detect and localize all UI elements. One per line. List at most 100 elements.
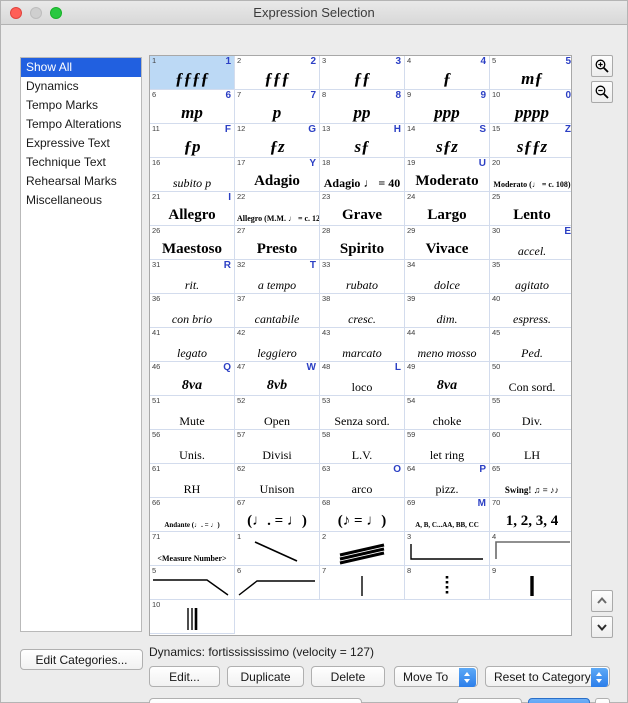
expression-cell[interactable]: 19 U Moderato: [405, 158, 490, 192]
expression-cell[interactable]: 44 meno mosso: [405, 328, 490, 362]
expression-cell[interactable]: 20 Moderato (♩ = c. 108): [490, 158, 571, 192]
expression-cell[interactable]: 23 Grave: [320, 192, 405, 226]
expression-cell[interactable]: 10 0 pppp: [490, 90, 571, 124]
expression-cell[interactable]: 43 marcato: [320, 328, 405, 362]
expression-cell[interactable]: 32 Ta tempo: [235, 260, 320, 294]
expression-cell[interactable]: 7: [320, 566, 405, 600]
expression-cell[interactable]: 1 1 ƒƒƒƒ: [150, 56, 235, 90]
expression-cell[interactable]: 46 Q 8va: [150, 362, 235, 396]
expression-cell[interactable]: 68 (♪ = ♩): [320, 498, 405, 532]
expression-cell[interactable]: 58 L.V.: [320, 430, 405, 464]
expression-cell[interactable]: 35 agitato: [490, 260, 571, 294]
expression-cell[interactable]: 40 espress.: [490, 294, 571, 328]
expression-cell[interactable]: 6 6 mp: [150, 90, 235, 124]
expression-cell[interactable]: 28 Spirito: [320, 226, 405, 260]
reset-to-category-dropdown[interactable]: Reset to Category: [485, 666, 610, 687]
expression-cell[interactable]: 3 3 ƒƒ: [320, 56, 405, 90]
expression-cell[interactable]: 14 Ssƒz: [405, 124, 490, 158]
expression-cell[interactable]: 13 Hsƒ: [320, 124, 405, 158]
expression-cell[interactable]: 5 5 mƒ: [490, 56, 571, 90]
expression-cell[interactable]: 63 Oarco: [320, 464, 405, 498]
expression-cell[interactable]: 53 Senza sord.: [320, 396, 405, 430]
expression-cell[interactable]: 2 2 ƒƒƒ: [235, 56, 320, 90]
edit-categories-button[interactable]: Edit Categories...: [20, 649, 143, 670]
expression-cell[interactable]: 64 Ppizz.: [405, 464, 490, 498]
expression-cell[interactable]: 29 Vivace: [405, 226, 490, 260]
expression-cell[interactable]: 67 (♩. = ♩): [235, 498, 320, 532]
expression-cell[interactable]: 38 cresc.: [320, 294, 405, 328]
expression-cell[interactable]: 7 7 p: [235, 90, 320, 124]
assign-button[interactable]: Assign: [528, 698, 590, 703]
delete-button[interactable]: Delete: [311, 666, 385, 687]
expression-cell[interactable]: 2: [320, 532, 405, 566]
expression-cell[interactable]: 48 Lloco: [320, 362, 405, 396]
expression-cell[interactable]: 18 Adagio ♩ = 40: [320, 158, 405, 192]
expression-cell[interactable]: 37 cantabile: [235, 294, 320, 328]
expression-cell[interactable]: 25 Lento: [490, 192, 571, 226]
expression-cell[interactable]: 57 Divisi: [235, 430, 320, 464]
scroll-up-button[interactable]: [591, 590, 613, 612]
scroll-down-button[interactable]: [591, 616, 613, 638]
expression-cell[interactable]: 11 Fƒp: [150, 124, 235, 158]
expression-cell[interactable]: 49 8va: [405, 362, 490, 396]
zoom-in-button[interactable]: [591, 55, 613, 77]
category-list[interactable]: Show All Dynamics Tempo Marks Tempo Alterat…: [20, 57, 142, 632]
category-item-miscellaneous[interactable]: Miscellaneous: [21, 191, 141, 210]
category-item-show-all[interactable]: Show All: [21, 58, 141, 77]
expression-cell[interactable]: 50 Con sord.: [490, 362, 571, 396]
create-dynamic-button[interactable]: Create Dynamic...: [149, 698, 362, 703]
expression-cell[interactable]: 26 Maestoso: [150, 226, 235, 260]
category-item-technique-text[interactable]: Technique Text: [21, 153, 141, 172]
category-item-expressive-text[interactable]: Expressive Text: [21, 134, 141, 153]
expression-cell[interactable]: 70 1, 2, 3, 4: [490, 498, 571, 532]
expression-cell[interactable]: 16 subito p: [150, 158, 235, 192]
category-item-rehearsal-marks[interactable]: Rehearsal Marks: [21, 172, 141, 191]
expression-cell[interactable]: 22 Allegro (M.M. ♩ = c. 120): [235, 192, 320, 226]
zoom-out-button[interactable]: [591, 81, 613, 103]
expression-cell[interactable]: 41 legato: [150, 328, 235, 362]
expression-cell[interactable]: 36 con brio: [150, 294, 235, 328]
expression-cell[interactable]: 65 Swing! ♫ = ♪♪: [490, 464, 571, 498]
expression-cell[interactable]: 31 Rrit.: [150, 260, 235, 294]
expression-cell[interactable]: 56 Unis.: [150, 430, 235, 464]
expression-cell[interactable]: 3: [405, 532, 490, 566]
expression-cell[interactable]: 5: [150, 566, 235, 600]
expression-cell[interactable]: 1: [235, 532, 320, 566]
expression-cell[interactable]: 39 dim.: [405, 294, 490, 328]
expression-cell[interactable]: 59 let ring: [405, 430, 490, 464]
category-item-tempo-alterations[interactable]: Tempo Alterations: [21, 115, 141, 134]
category-item-dynamics[interactable]: Dynamics: [21, 77, 141, 96]
edit-button[interactable]: Edit...: [149, 666, 220, 687]
expression-cell[interactable]: 60 LH: [490, 430, 571, 464]
move-to-dropdown[interactable]: Move To: [394, 666, 478, 687]
expression-cell[interactable]: 34 dolce: [405, 260, 490, 294]
duplicate-button[interactable]: Duplicate: [227, 666, 304, 687]
expression-cell[interactable]: 12 Gƒz: [235, 124, 320, 158]
expression-cell[interactable]: 6: [235, 566, 320, 600]
expression-cell[interactable]: 55 Div.: [490, 396, 571, 430]
expression-cell[interactable]: 47 W 8vb: [235, 362, 320, 396]
close-button[interactable]: [10, 7, 22, 19]
cancel-button[interactable]: Cancel: [457, 698, 522, 703]
expression-grid-panel[interactable]: 1 1 ƒƒƒƒ 2 2 ƒƒƒ 3 3 ƒƒ 4 4 ƒ 5 5 mƒ 6 6 mp 7 7 p 8 8 pp 9 9 ppp 10…: [149, 55, 572, 636]
expression-cell[interactable]: 9 9 ppp: [405, 90, 490, 124]
expression-cell[interactable]: 42 leggiero: [235, 328, 320, 362]
expression-cell[interactable]: 8: [405, 566, 490, 600]
expression-cell[interactable]: 27 Presto: [235, 226, 320, 260]
expression-cell[interactable]: 33 rubato: [320, 260, 405, 294]
expression-cell[interactable]: 4: [490, 532, 571, 566]
expression-cell[interactable]: 30 Eaccel.: [490, 226, 571, 260]
expression-cell[interactable]: 51 Mute: [150, 396, 235, 430]
expression-cell[interactable]: 9: [490, 566, 571, 600]
expression-cell[interactable]: 17 Y Adagio: [235, 158, 320, 192]
expression-cell[interactable]: 69 M A, B, C...AA, BB, CC: [405, 498, 490, 532]
expression-cell[interactable]: 45 Ped.: [490, 328, 571, 362]
expression-cell[interactable]: 62 Unison: [235, 464, 320, 498]
expression-cell[interactable]: 54 choke: [405, 396, 490, 430]
zoom-button[interactable]: [50, 7, 62, 19]
expression-cell[interactable]: 15 Zsƒƒz: [490, 124, 571, 158]
expression-cell[interactable]: 52 Open: [235, 396, 320, 430]
minimize-button[interactable]: [30, 7, 42, 19]
expression-cell[interactable]: 8 8 pp: [320, 90, 405, 124]
assign-stepper[interactable]: [595, 698, 610, 703]
